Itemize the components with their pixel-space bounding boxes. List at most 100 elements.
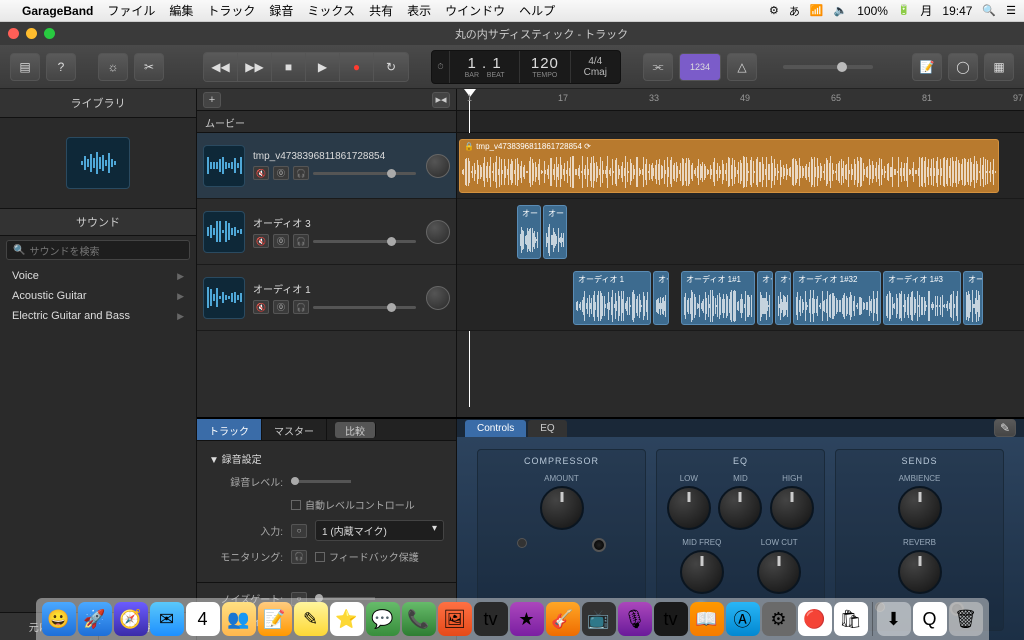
category-acoustic-guitar[interactable]: Acoustic Guitar▶ [0, 286, 196, 306]
audio-clip[interactable]: オー [757, 271, 773, 325]
dock-app-icon[interactable]: 4 [186, 602, 220, 636]
metronome-button[interactable]: △ [727, 53, 757, 81]
inspector-compare-button[interactable]: 比較 [335, 422, 376, 438]
knob-mid freq[interactable] [680, 550, 724, 594]
smart-tab-eq[interactable]: EQ [528, 420, 566, 437]
dock-app-icon[interactable]: 😀 [42, 602, 76, 636]
notepad-button[interactable]: 📝 [912, 53, 942, 81]
audio-clip[interactable]: オー [543, 205, 567, 259]
headphone-button[interactable]: 🎧 [293, 234, 309, 248]
dock-app-icon[interactable]: 📞 [402, 602, 436, 636]
track-header-2[interactable]: オーディオ 1 🔇 ⓪ 🎧 [197, 265, 456, 331]
pan-knob[interactable] [426, 220, 450, 244]
add-track-button[interactable]: + [203, 92, 221, 108]
knob-amount[interactable] [540, 486, 584, 530]
cycle-button[interactable]: ↻ [374, 53, 408, 81]
mute-button[interactable]: 🔇 [253, 234, 269, 248]
dock-app-icon[interactable]: 📖 [690, 602, 724, 636]
input-monitor-button[interactable]: ⓪ [273, 300, 289, 314]
track-lane-2[interactable]: オーディオ 1 オー オーディオ 1#1 オー オー オーディオ 1#32 オー… [457, 265, 1024, 331]
input-source-icon[interactable]: あ [789, 3, 800, 19]
volume-icon[interactable]: 🔈 [834, 4, 848, 17]
dock-app-icon[interactable]: ⚙ [762, 602, 796, 636]
track-header-1[interactable]: オーディオ 3 🔇 ⓪ 🎧 [197, 199, 456, 265]
rewind-button[interactable]: ◀◀ [204, 53, 238, 81]
dock-app-icon[interactable]: ⬇ [877, 602, 911, 636]
dock-app-icon[interactable]: 📺 [582, 602, 616, 636]
input-mono-button[interactable]: ○ [291, 524, 307, 538]
monitor-button[interactable]: 🎧 [291, 550, 307, 564]
menu-view[interactable]: 表示 [407, 2, 431, 19]
bar-ruler[interactable]: 1173349658197 [457, 89, 1024, 111]
dock-app-icon[interactable]: 🔴 [798, 602, 832, 636]
input-select[interactable]: 1 (内蔵マイク)▾ [315, 520, 444, 541]
knob-high[interactable] [770, 486, 814, 530]
inspector-tab-master[interactable]: マスター [262, 419, 327, 440]
tuner-button[interactable]: ⫘ [643, 53, 673, 81]
wifi-icon[interactable]: 📶 [810, 4, 824, 17]
app-menu[interactable]: GarageBand [22, 4, 93, 18]
status-icon[interactable]: ⚙ [769, 4, 779, 17]
feedback-checkbox[interactable]: フィードバック保護 [315, 549, 419, 564]
knob-low cut[interactable] [757, 550, 801, 594]
audio-clip[interactable]: オーディオ 1#32 [793, 271, 881, 325]
knob-ambience[interactable] [898, 486, 942, 530]
category-electric-guitar[interactable]: Electric Guitar and Bass▶ [0, 306, 196, 326]
dock-app-icon[interactable]: tv [654, 602, 688, 636]
audio-clip[interactable]: オー [775, 271, 791, 325]
stop-button[interactable]: ■ [272, 53, 306, 81]
dock-app-icon[interactable]: ⭐ [330, 602, 364, 636]
library-button[interactable]: ▤ [10, 53, 40, 81]
close-button[interactable] [8, 28, 19, 39]
menu-mix[interactable]: ミックス [307, 2, 355, 19]
knob-low[interactable] [667, 486, 711, 530]
dock-app-icon[interactable]: Ⓐ [726, 602, 760, 636]
battery-percent[interactable]: 100% [857, 4, 888, 18]
track-volume-slider[interactable] [313, 172, 416, 175]
menu-file[interactable]: ファイル [107, 2, 155, 19]
category-voice[interactable]: Voice▶ [0, 266, 196, 286]
editors-button[interactable]: ✂ [134, 53, 164, 81]
recording-section-label[interactable]: ▼ 録音設定 [209, 451, 444, 466]
auto-level-checkbox[interactable]: 自動レベルコントロール [291, 497, 415, 512]
dock-app-icon[interactable]: 🚀 [78, 602, 112, 636]
media-browser-button[interactable]: ▦ [984, 53, 1014, 81]
track-volume-slider[interactable] [313, 306, 416, 309]
track-header-0[interactable]: tmp_v4738396811861728854 🔇 ⓪ 🎧 [197, 133, 456, 199]
mute-button[interactable]: 🔇 [253, 166, 269, 180]
audio-clip[interactable]: オーディオ 1#3 [883, 271, 961, 325]
dock-app-icon[interactable]: 🎙 [618, 602, 652, 636]
dock-app-icon[interactable]: ✎ [294, 602, 328, 636]
mute-button[interactable]: 🔇 [253, 300, 269, 314]
pan-knob[interactable] [426, 286, 450, 310]
quick-help-button[interactable]: ? [46, 53, 76, 81]
clock-day[interactable]: 月 [920, 2, 932, 19]
track-filter-button[interactable]: ▸◂ [432, 92, 450, 108]
dock-app-icon[interactable]: ✉ [150, 602, 184, 636]
track-volume-slider[interactable] [313, 240, 416, 243]
record-level-slider[interactable] [291, 480, 351, 483]
inspector-tab-track[interactable]: トラック [197, 419, 262, 440]
dock-app-icon[interactable]: 📝 [258, 602, 292, 636]
sound-search-input[interactable]: 🔍 サウンドを検索 [6, 240, 190, 260]
lcd-display[interactable]: ⏱ 1 . 1 BAR BEAT 120 TEMPO 4/4 Cmaj [431, 50, 621, 84]
smart-controls-button[interactable]: ☼ [98, 53, 128, 81]
knob-reverb[interactable] [898, 550, 942, 594]
minimize-button[interactable] [26, 28, 37, 39]
knob-mid[interactable] [718, 486, 762, 530]
input-monitor-button[interactable]: ⓪ [273, 234, 289, 248]
play-button[interactable]: ▶ [306, 53, 340, 81]
pan-knob[interactable] [426, 154, 450, 178]
dock-app-icon[interactable]: 🧭 [114, 602, 148, 636]
track-lane-1[interactable]: オー オー [457, 199, 1024, 265]
forward-button[interactable]: ▶▶ [238, 53, 272, 81]
master-volume-slider[interactable] [783, 65, 873, 69]
arrange-timeline[interactable]: 1173349658197 🔒 tmp_v4738396811861728854… [457, 89, 1024, 417]
menu-window[interactable]: ウインドウ [445, 2, 505, 19]
loop-browser-button[interactable]: ◯ [948, 53, 978, 81]
dock-app-icon[interactable]: 🎸 [546, 602, 580, 636]
headphone-button[interactable]: 🎧 [293, 300, 309, 314]
menu-record[interactable]: 録音 [269, 2, 293, 19]
audio-clip[interactable]: オー [517, 205, 541, 259]
fullscreen-button[interactable] [44, 28, 55, 39]
